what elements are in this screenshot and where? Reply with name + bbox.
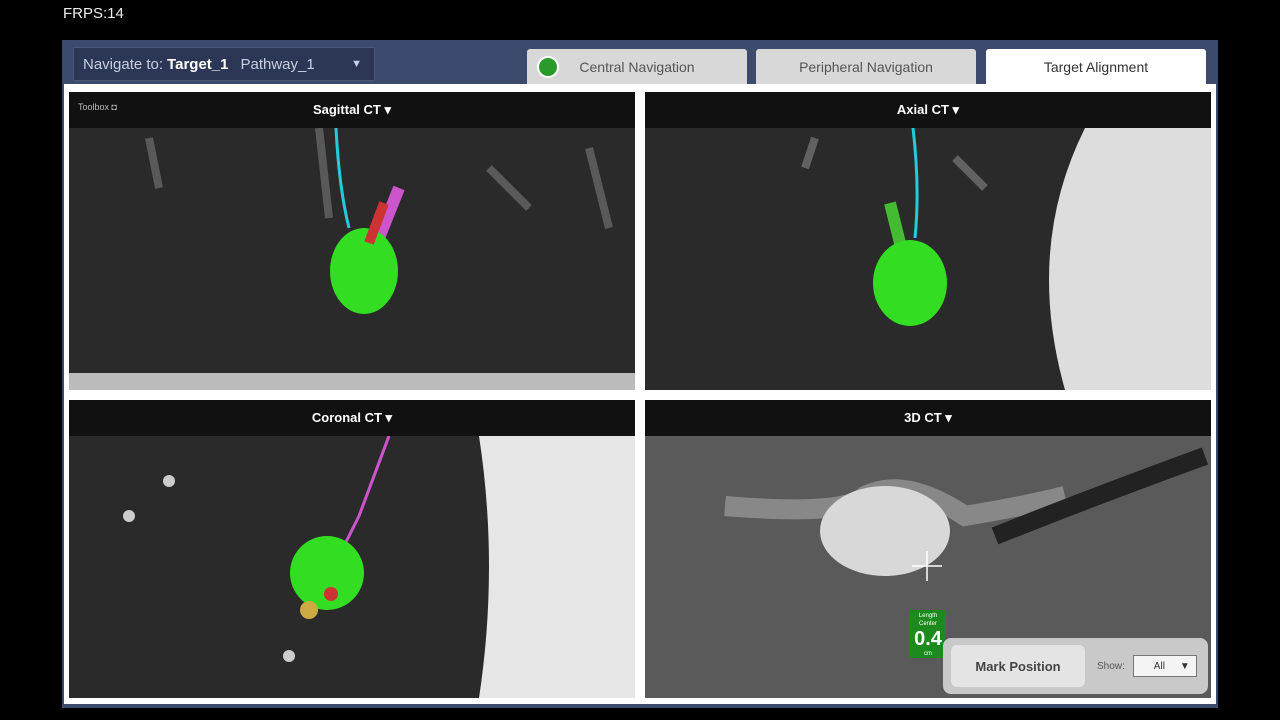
navigate-target: Target_1 [167,55,229,73]
coronal-ct-panel[interactable]: Coronal CT ▾ [69,400,635,698]
tab-label: Central Navigation [579,58,695,75]
fps-counter: FRPS:14 [63,5,124,22]
mark-position-button[interactable]: Mark Position [951,645,1085,687]
3d-view-dropdown[interactable]: 3D CT ▾ [904,410,952,426]
navigate-to-dropdown[interactable]: Navigate to: Target_1 Pathway_1 ▼ [73,47,375,81]
navigate-label: Navigate to: [83,55,164,73]
mark-position-toolbar: Mark Position Show: All ▼ [943,638,1208,694]
lung-icon [537,55,559,78]
coronal-view-dropdown[interactable]: Coronal CT ▾ [312,410,392,426]
distance-to-target-badge: Length Center 0.4 cm [910,610,946,658]
axial-view-dropdown[interactable]: Axial CT ▾ [897,102,959,118]
axial-ct-panel[interactable]: Axial CT ▾ [645,92,1211,390]
sagittal-view-dropdown[interactable]: Sagittal CT ▾ [313,102,391,118]
show-label: Show: [1097,660,1125,672]
toolbox-button[interactable]: Toolbox ◘ [78,102,117,112]
tab-central-navigation[interactable]: Central Navigation [527,49,747,84]
toolbox-icon: ◘ [111,102,117,112]
chevron-down-icon: ▼ [351,58,362,70]
tab-peripheral-navigation[interactable]: Peripheral Navigation [756,49,976,84]
distance-value: 0.4 [914,628,942,650]
show-dropdown[interactable]: All ▼ [1132,655,1197,677]
sagittal-ct-panel[interactable]: Toolbox ◘ Sagittal CT ▾ [69,92,635,390]
tab-label: Peripheral Navigation [799,58,933,75]
tab-label: Target Alignment [1043,58,1149,75]
tab-target-alignment[interactable]: Target Alignment [986,49,1206,84]
navigate-pathway: Pathway_1 [240,55,315,73]
chevron-down-icon: ▼ [1179,660,1190,672]
